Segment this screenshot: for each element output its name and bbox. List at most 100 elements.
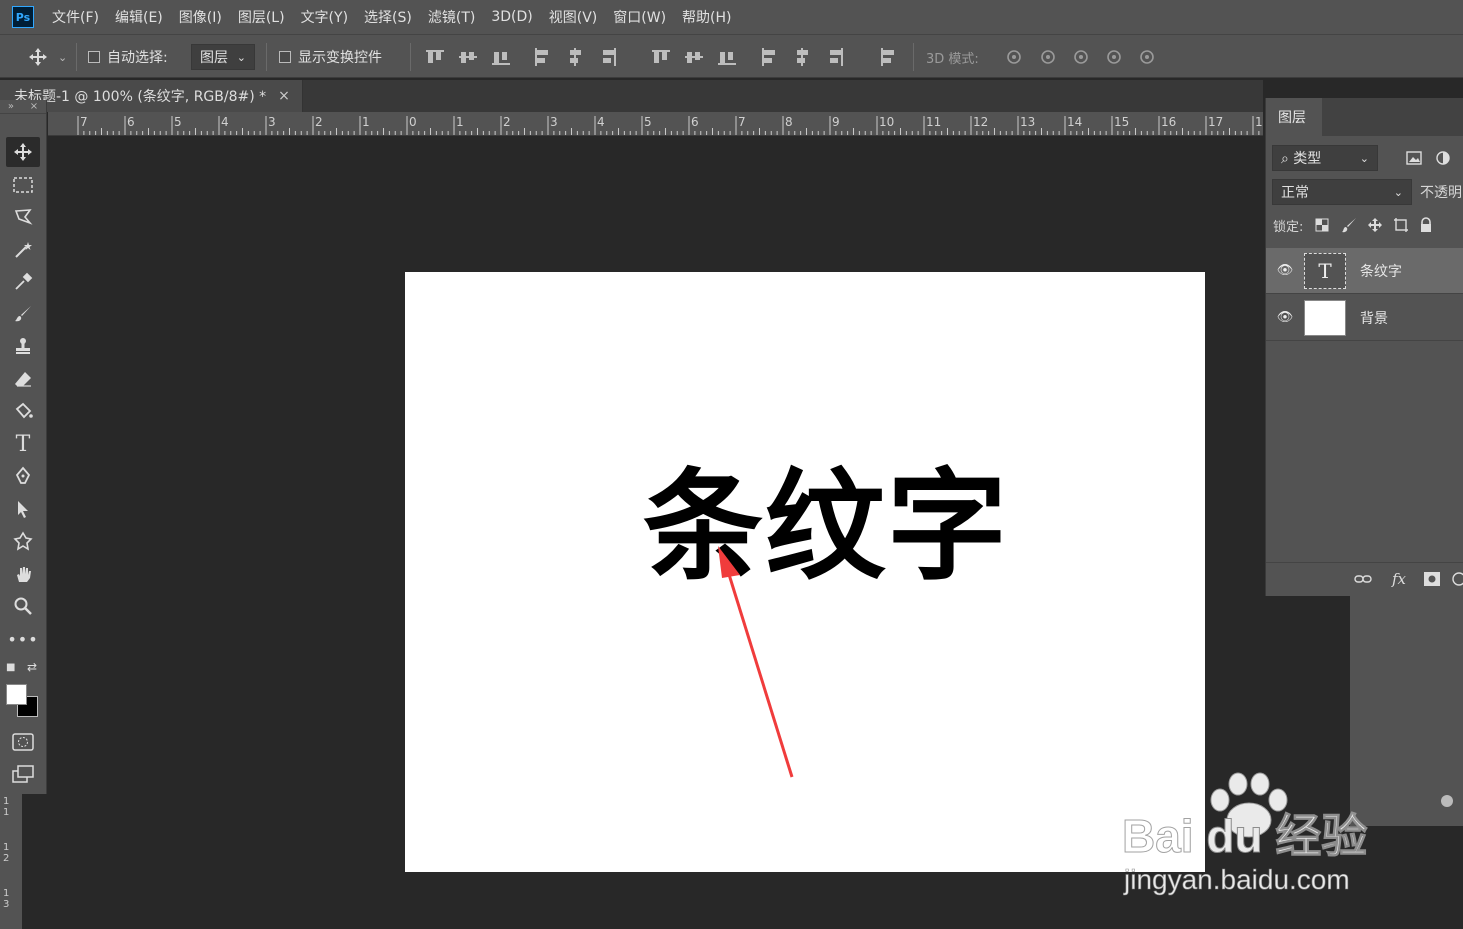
adjustment-layer-icon[interactable] [1452,572,1463,586]
auto-select-dropdown[interactable]: 图层 ⌄ [191,35,255,79]
menu-item[interactable]: 文字(Y) [301,7,348,27]
menu-item[interactable]: 图像(I) [179,7,222,27]
orbit-3d-icon[interactable] [1004,47,1024,67]
ruler-vertical[interactable]: 1 1 1 2 1 3 [0,790,22,929]
ruler-label: 13 [1020,115,1035,129]
eyedropper-tool[interactable] [6,267,40,297]
ruler-label: 1 [1255,115,1263,129]
link-layers-icon[interactable] [1354,573,1372,585]
eraser-tool[interactable] [6,364,40,394]
marquee-tool[interactable] [6,170,40,200]
default-colors-icon[interactable]: ■ [6,662,15,673]
fx-icon[interactable]: fx [1392,570,1406,588]
auto-select-checkbox[interactable]: 自动选择: [88,35,168,79]
layer-name[interactable]: 背景 [1360,308,1388,328]
paint-bucket-tool[interactable] [6,396,40,426]
menu-item[interactable]: 帮助(H) [682,7,731,27]
lock-artboard-icon[interactable] [1393,217,1409,233]
brush-tool[interactable] [6,299,40,329]
panel-grip[interactable]: » × [0,100,46,114]
close-tab-icon[interactable]: × [278,88,290,104]
visibility-eye-icon[interactable]: 👁 [1266,310,1304,325]
distribute-top-icon[interactable] [651,47,671,67]
distribute-right-icon[interactable] [825,47,845,67]
menu-item[interactable]: 选择(S) [364,7,412,27]
align-top-icon[interactable] [425,47,445,67]
align-left-icon[interactable] [532,47,552,67]
layer-row-background[interactable]: 👁 背景 [1266,295,1463,341]
close-panel-icon[interactable]: × [30,101,38,112]
ruler-label: 1 [362,115,370,129]
type-tool[interactable]: T [6,429,40,459]
visibility-eye-icon[interactable]: 👁 [1266,263,1304,278]
lock-all-icon[interactable] [1419,217,1433,233]
show-transform-checkbox[interactable]: 显示变换控件 [279,35,382,79]
hand-tool[interactable] [6,559,40,589]
move-tool-icon[interactable] [28,47,48,67]
blend-mode-dropdown[interactable]: 正常 ⌄ [1272,179,1412,205]
collapse-icon[interactable]: » [8,101,14,112]
checkbox-box[interactable] [88,51,100,63]
menu-item[interactable]: 视图(V) [549,7,598,27]
menu-item[interactable]: 窗口(W) [613,7,666,27]
zoom-tool[interactable] [6,591,40,621]
foreground-color-swatch[interactable] [6,684,27,705]
menu-bar: Ps 文件(F) 编辑(E) 图像(I) 图层(L) 文字(Y) 选择(S) 滤镜(T) 3D… [0,0,1463,34]
show-transform-label: 显示变换控件 [298,50,382,66]
magic-wand-icon [15,242,32,258]
pen-tool[interactable] [6,461,40,491]
image-filter-icon[interactable] [1406,151,1422,165]
tab-layers[interactable]: 图层 [1266,98,1322,136]
swap-colors-icon[interactable]: ⇄ [27,660,37,674]
distribute-bottom-icon[interactable] [717,47,737,67]
align-right-icon[interactable] [598,47,618,67]
path-selection-tool[interactable] [6,494,40,524]
pan-3d-icon[interactable] [1071,47,1091,67]
canvas-text-layer[interactable]: 条纹字 [643,467,1009,587]
menu-item[interactable]: 3D(D) [491,9,532,25]
ruler-horizontal[interactable]: 7 6 5 4 3 2 1 0 1 2 3 4 5 6 7 8 9 10 11 12 13 14 15 16 17 1 [48,112,1263,136]
layer-filter-dropdown[interactable]: ⌕ 类型 ⌄ [1272,145,1378,171]
lasso-tool[interactable] [6,202,40,232]
adjustment-filter-icon[interactable] [1436,151,1450,165]
screen-mode-button[interactable] [6,759,40,789]
photoshop-window: Ps 文件(F) 编辑(E) 图像(I) 图层(L) 文字(Y) 选择(S) 滤镜(T) 3D… [0,0,1463,929]
scale-3d-icon[interactable] [1137,47,1157,67]
layer-row-text[interactable]: 👁 T 条纹字 [1266,248,1463,294]
lock-pixels-brush-icon[interactable] [1341,217,1357,233]
quick-mask-button[interactable] [6,727,40,757]
layer-mask-icon[interactable] [1424,572,1440,586]
magic-wand-tool[interactable] [6,235,40,265]
align-hcenter-icon[interactable] [565,47,585,67]
ruler-label: 15 [1114,115,1129,129]
layer-name[interactable]: 条纹字 [1360,261,1402,281]
lock-label: 锁定: [1273,219,1304,235]
distribute-vcenter-icon[interactable] [684,47,704,67]
align-bottom-icon[interactable] [491,47,511,67]
align-vcenter-icon[interactable] [458,47,478,67]
slide-3d-icon[interactable] [1104,47,1124,67]
move-preset-chevron-icon[interactable]: ⌄ [58,35,67,79]
ruler-label: 1 1 [3,796,10,818]
panel-handle-icon[interactable] [1441,795,1453,807]
stamp-tool[interactable] [6,331,40,361]
menu-item[interactable]: 图层(L) [238,7,285,27]
checkbox-box[interactable] [279,51,291,63]
roll-3d-icon[interactable] [1038,47,1058,67]
more-tools-button[interactable]: ••• [6,624,40,654]
menu-item[interactable]: 文件(F) [52,7,99,27]
layer-thumbnail-background [1304,299,1346,336]
document-canvas[interactable]: 条纹字 [405,272,1205,872]
menu-item[interactable]: 编辑(E) [115,7,163,27]
auto-select-value: 图层 [200,50,228,66]
custom-shape-tool[interactable] [6,526,40,556]
distribute-hcenter-icon[interactable] [792,47,812,67]
lock-position-icon[interactable] [1367,217,1383,233]
auto-align-icon[interactable] [878,47,898,67]
paint-bucket-icon [15,402,33,419]
lock-transparent-icon[interactable] [1315,218,1329,232]
distribute-left-icon[interactable] [759,47,779,67]
move-tool[interactable] [6,137,40,167]
ruler-label: 3 [268,115,276,129]
menu-item[interactable]: 滤镜(T) [428,7,475,27]
